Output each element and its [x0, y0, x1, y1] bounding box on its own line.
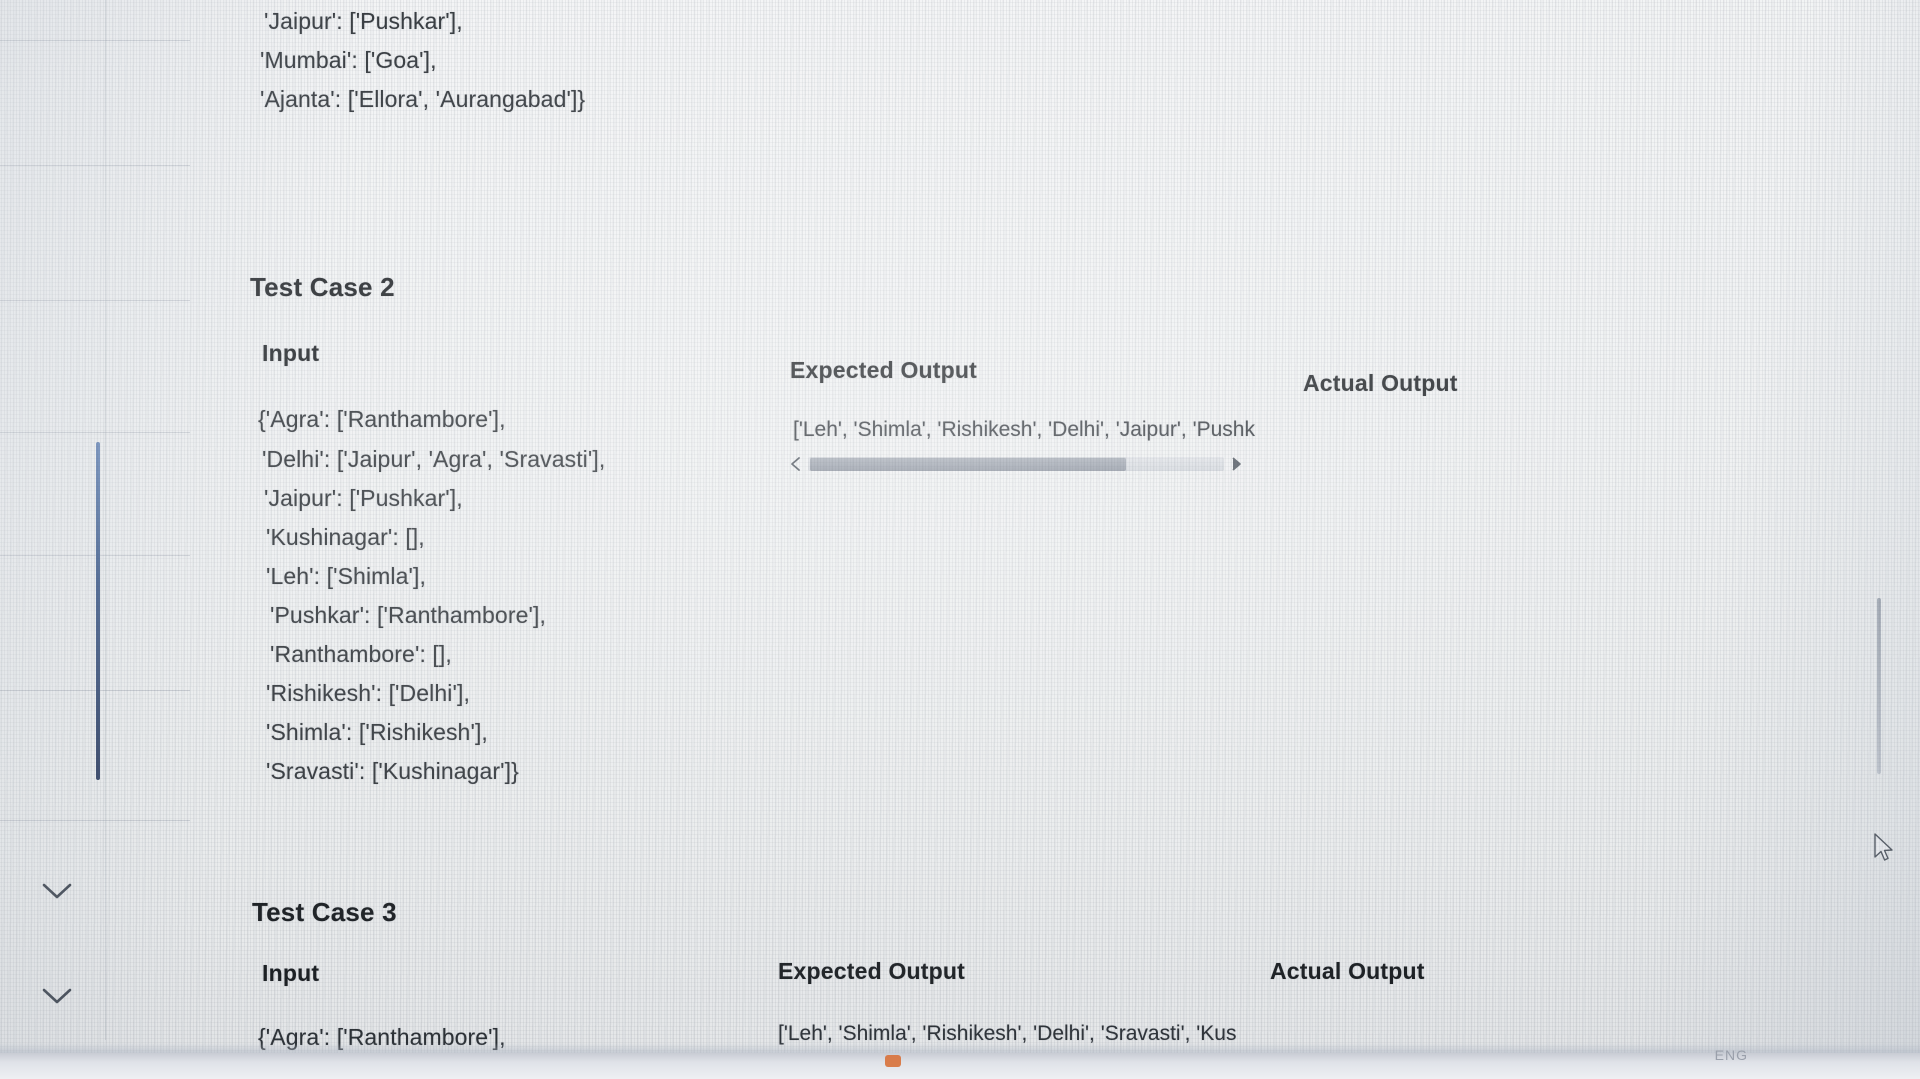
chevron-down-icon[interactable]: [40, 985, 74, 1007]
test-case-2-title: Test Case 2: [250, 272, 395, 302]
code-line: 'Mumbai': ['Goa'],: [260, 47, 437, 73]
code-line: 'Jaipur': ['Pushkar'],: [264, 8, 463, 34]
gutter-seam: [0, 555, 190, 556]
input-column-header: Input: [262, 340, 320, 366]
page-bottom-edge: [0, 1043, 1920, 1053]
input-line: 'Shimla': ['Rishikesh'],: [266, 719, 488, 745]
gutter-seam: [0, 432, 190, 433]
input-column-header: Input: [262, 960, 320, 986]
expected-output-horizontal-scrollbar[interactable]: [786, 453, 1246, 475]
code-line: 'Ajanta': ['Ellora', 'Aurangabad']}: [260, 86, 586, 112]
actual-output-column-header: Actual Output: [1270, 958, 1425, 984]
gutter-seam: [0, 165, 190, 166]
input-line: 'Jaipur': ['Pushkar'],: [264, 485, 463, 511]
input-line: 'Delhi': ['Jaipur', 'Agra', 'Sravasti'],: [262, 446, 606, 472]
taskbar-sliver: ENG: [0, 1047, 1920, 1079]
expected-output-value: ['Leh', 'Shimla', 'Rishikesh', 'Delhi', …: [793, 418, 1255, 441]
input-language-label: ENG: [1714, 1047, 1748, 1063]
screen-surface: 'Jaipur': ['Pushkar'], 'Mumbai': ['Goa']…: [0, 0, 1920, 1079]
gutter-seam: [0, 300, 190, 301]
page-content: 'Jaipur': ['Pushkar'], 'Mumbai': ['Goa']…: [0, 0, 1920, 1079]
taskbar-app-indicator[interactable]: [885, 1055, 901, 1067]
gutter-seam: [0, 40, 190, 41]
gutter-seam: [0, 820, 190, 821]
panel-divider: [105, 0, 106, 1040]
gutter-seam: [0, 690, 190, 691]
input-line: 'Sravasti': ['Kushinagar']}: [266, 758, 519, 784]
input-line: 'Rishikesh': ['Delhi'],: [266, 680, 470, 706]
cursor-arrow-icon: [1873, 833, 1895, 863]
input-line: 'Kushinagar': [],: [266, 524, 425, 550]
scrollbar-thumb[interactable]: [810, 457, 1126, 471]
expected-output-column-header: Expected Output: [790, 357, 978, 383]
actual-output-column-header: Actual Output: [1303, 370, 1458, 396]
input-line: 'Pushkar': ['Ranthambore'],: [270, 602, 546, 628]
chevron-down-icon[interactable]: [40, 880, 74, 902]
scroll-right-arrow-icon[interactable]: [1226, 454, 1246, 474]
page-vertical-scrollbar-thumb[interactable]: [1877, 598, 1881, 774]
input-line: 'Leh': ['Shimla'],: [266, 563, 426, 589]
expected-output-column-header: Expected Output: [778, 958, 966, 984]
active-testcase-rail: [96, 442, 100, 780]
scroll-left-arrow-icon[interactable]: [786, 454, 806, 474]
input-line: 'Ranthambore': [],: [270, 641, 452, 667]
test-case-3-title: Test Case 3: [252, 897, 397, 927]
input-line: {'Agra': ['Ranthambore'],: [258, 406, 506, 432]
